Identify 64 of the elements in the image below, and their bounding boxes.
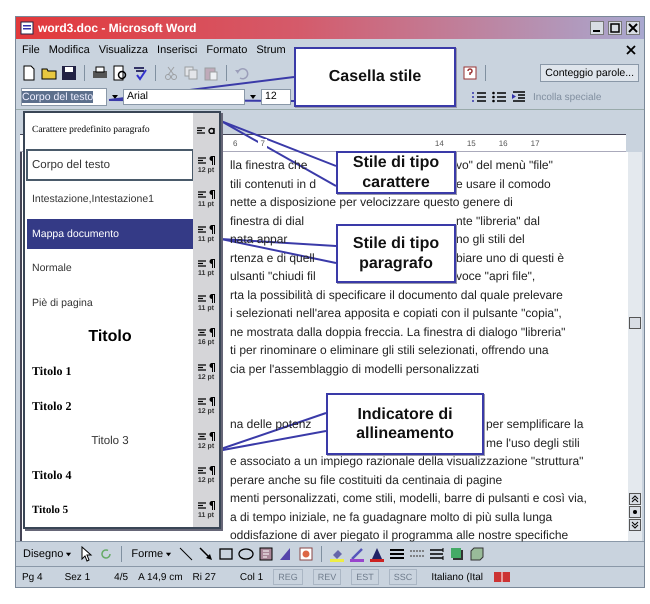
font-size-box[interactable]: 12 [261, 89, 291, 105]
position-indicator: A 14,9 cm [138, 572, 183, 582]
text-line: cia per l'assemblaggio di modelli personalizzati [230, 362, 480, 376]
ruler-number: 15 [464, 138, 478, 148]
callout-label: Casella stile [294, 47, 456, 107]
text-line: me l'uso degli stili [486, 436, 580, 450]
style-name: Piè di pagina [32, 296, 93, 309]
style-name: Titolo 1 [32, 364, 72, 380]
text-line: no gli stili del [456, 232, 525, 246]
text-line: menti personalizzati, come stili, modelli, barre di pulsanti e così via, [230, 491, 587, 506]
text-line: e associato a un impiego razionale della visualizzazione "struttura" [230, 454, 584, 468]
menu-item[interactable]: Strum [256, 44, 286, 56]
text-line: i selezionati nell'area apposita e copiati con il pulsante "copia", [230, 306, 562, 320]
style-name: Normale [32, 262, 72, 274]
shapes-menu-button[interactable]: Forme [129, 548, 174, 560]
text-line: oddisfazione di aver piegato il programma alle nostre specifiche [230, 528, 568, 542]
text-line: perare anche su file costituiti da centinaia di pagine [230, 472, 502, 487]
callout-label: Stile di tipo paragrafo [336, 224, 456, 283]
style-box[interactable]: Corpo del testo [21, 88, 107, 106]
font-box[interactable]: Arial [123, 89, 245, 105]
text-line: a di tempo iniziale, ne fa guadagnare molto di più sulla lunga [230, 510, 552, 524]
menu-item[interactable]: Visualizza [98, 44, 148, 56]
style-name: Mappa documento [32, 228, 119, 240]
style-name: Titolo 4 [32, 468, 72, 483]
menu-item[interactable]: Modifica [48, 44, 90, 56]
text-line: finestra di dial [230, 214, 304, 228]
menu-item[interactable]: File [22, 44, 40, 56]
text-line: nette a disposizione per velocizzare questo genere di [230, 195, 513, 210]
style-name: Carattere predefinito paragrafo [32, 125, 150, 136]
style-list-item[interactable]: Carattere predefinito paragrafo [25, 113, 219, 148]
window-title: word3.doc - Microsoft Word [38, 21, 196, 35]
ruler-number: 7 [258, 138, 267, 148]
callout-label: Stile di tipo carattere [336, 151, 456, 194]
text-line: biare uno di questi è [456, 250, 564, 265]
text-line: ne mostrata dalla doppia freccia. La finestra di dialogo "libreria" [230, 324, 566, 339]
ruler-number: 14 [432, 138, 446, 148]
draw-menu-button[interactable]: Disegno [21, 548, 74, 560]
text-line: ulsanti "chiudi fil [230, 269, 316, 284]
page-indicator: Pg 4 [22, 572, 43, 582]
style-name: Intestazione,Intestazione1 [32, 193, 154, 206]
style-name: Titolo 5 [32, 504, 68, 516]
text-line: nte "libreria" dal [456, 214, 540, 228]
style-name: Titolo [88, 328, 132, 346]
menu-item[interactable]: Inserisci [157, 44, 198, 56]
style-name: Corpo del testo [32, 158, 110, 171]
ruler-number: 16 [496, 138, 510, 148]
ruler-number: 17 [528, 138, 542, 148]
ruler-number: 6 [231, 138, 240, 148]
style-name: Titolo 2 [32, 398, 72, 414]
text-line: vo" del menù "file" [456, 158, 553, 172]
line-indicator: Ri 27 [192, 572, 216, 582]
style-name: Titolo 3 [91, 434, 129, 447]
text-line: rta la possibilità di specificare il documento dal quale prelevare [230, 288, 563, 302]
language-indicator[interactable]: Italiano (Ital [431, 572, 484, 582]
column-indicator: Col 1 [240, 572, 264, 582]
callout-label: Indicatore di allineamento [326, 393, 484, 455]
text-line: tili contenuti in d [230, 176, 316, 191]
word-count-button[interactable]: Conteggio parole... [540, 64, 639, 82]
text-line: per semplificare la [486, 417, 584, 432]
text-line: voce "apri file", [456, 269, 536, 284]
text-line: ti per rinominare o eliminare gli stili selezionati, offrendo una [230, 343, 549, 358]
menu-item[interactable]: Formato [206, 44, 248, 56]
section-indicator: Sez 1 [64, 572, 90, 582]
page-count: 4/5 [114, 572, 128, 582]
